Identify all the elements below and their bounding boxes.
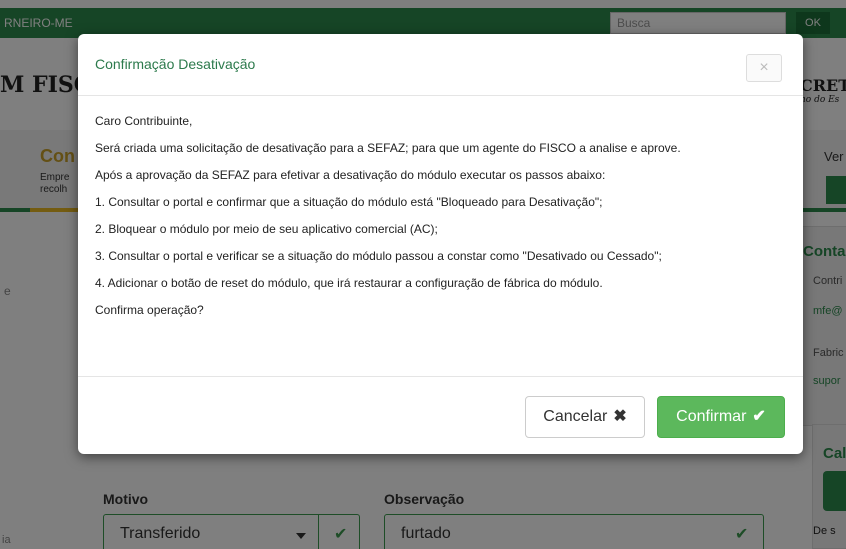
body-greeting: Caro Contribuinte, xyxy=(95,114,193,128)
confirm-button[interactable]: Confirmar ✔ xyxy=(657,396,785,438)
dialog-body: Caro Contribuinte, Será criada uma solic… xyxy=(95,112,785,328)
confirm-deactivation-dialog: Confirmação Desativação × Caro Contribui… xyxy=(78,34,803,454)
body-question: Confirma operação? xyxy=(95,303,204,317)
dialog-footer: Cancelar ✖ Confirmar ✔ xyxy=(78,376,803,454)
cancel-label: Cancelar xyxy=(543,408,608,425)
body-step-3: 3. Consultar o portal e verificar se a s… xyxy=(95,249,662,263)
body-paragraph: Após a aprovação da SEFAZ para efetivar … xyxy=(95,168,606,182)
body-step-1: 1. Consultar o portal e confirmar que a … xyxy=(95,195,603,209)
cancel-button[interactable]: Cancelar ✖ xyxy=(525,396,645,438)
close-button[interactable]: × xyxy=(746,54,782,82)
body-step-2: 2. Bloquear o módulo por meio de seu apl… xyxy=(95,222,438,236)
dialog-title: Confirmação Desativação xyxy=(95,56,256,72)
body-paragraph: Será criada uma solicitação de desativaç… xyxy=(95,141,681,155)
dialog-header: Confirmação Desativação × xyxy=(78,34,803,96)
close-x-icon: ✖ xyxy=(613,408,627,425)
confirm-label: Confirmar xyxy=(676,408,747,425)
checkmark-icon: ✔ xyxy=(752,408,766,425)
body-step-4: 4. Adicionar o botão de reset do módulo,… xyxy=(95,276,603,290)
